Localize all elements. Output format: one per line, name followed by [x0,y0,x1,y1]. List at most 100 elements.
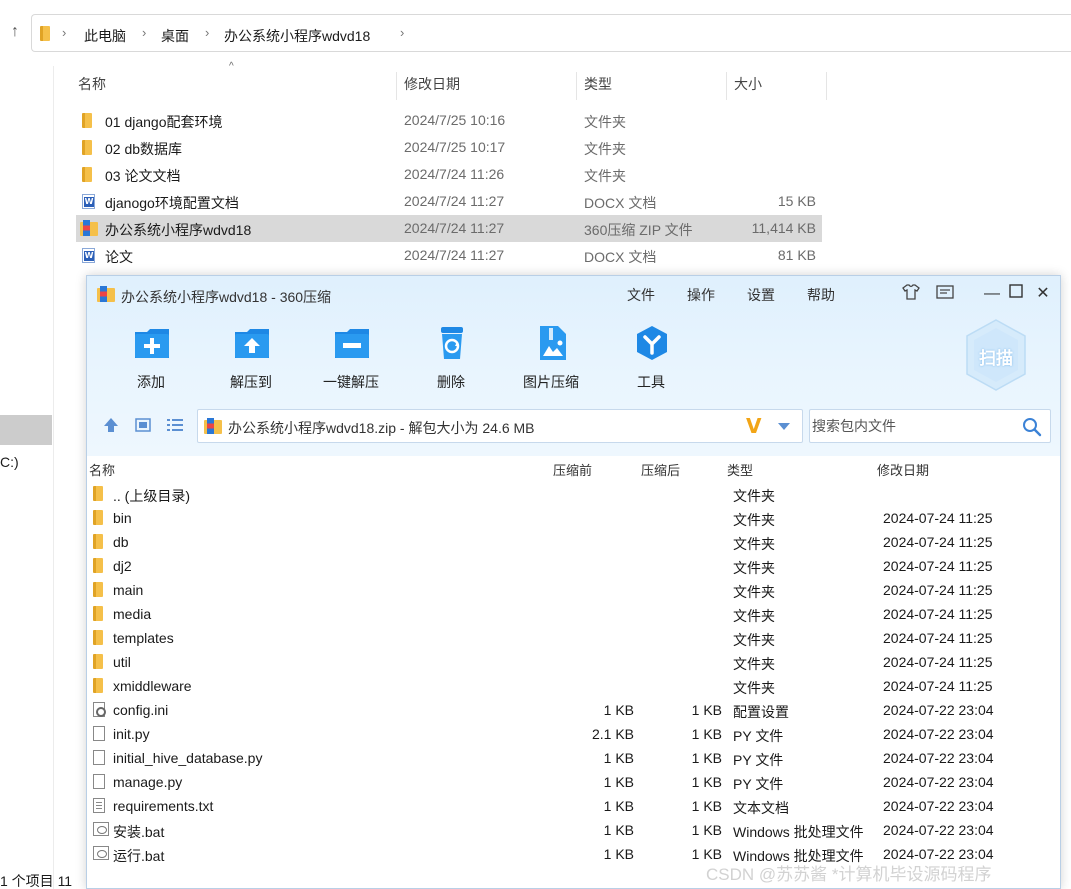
archive-path-text: 办公系统小程序wdvd18.zip - 解包大小为 24.6 MB [228,420,535,436]
column-modified-date[interactable]: 修改日期 [404,74,460,94]
chevron-right-icon[interactable]: › [400,25,404,40]
archive-entry-row[interactable]: manage.py 1 KB 1 KB PY 文件 2024-07-22 23:04 [87,770,1060,794]
extract-to-icon [233,324,271,362]
config-file-icon [93,702,106,720]
entry-type: 文件夹 [733,512,775,528]
sort-ascending-icon: ^ [229,61,234,72]
address-bar[interactable]: › 此电脑 › 桌面 › 办公系统小程序wdvd18 › [31,14,1071,52]
column-size[interactable]: 大小 [734,74,762,94]
file-row[interactable]: 论文 2024/7/24 11:27 DOCX 文档 81 KB [76,242,822,269]
entry-type: PY 文件 [733,752,784,768]
up-level-icon[interactable] [101,416,121,436]
extract-to-button[interactable]: 解压到 [211,324,291,394]
chevron-right-icon[interactable]: › [205,25,209,40]
batch-file-icon [93,846,109,863]
file-row[interactable]: 01 django配套环境 2024/7/25 10:16 文件夹 [76,107,822,134]
archive-entry-row[interactable]: dj2 文件夹 2024-07-24 11:25 [87,554,1060,578]
breadcrumb-this-pc[interactable]: 此电脑 [84,26,126,46]
folder-icon [93,630,103,648]
archive-entry-row[interactable]: requirements.txt 1 KB 1 KB 文本文档 2024-07-22 2… [87,794,1060,818]
archive-entry-row[interactable]: init.py 2.1 KB 1 KB PY 文件 2024-07-22 23:04 [87,722,1060,746]
entry-type: 文件夹 [733,608,775,624]
delete-button[interactable]: 删除 [411,324,491,394]
skin-shirt-icon[interactable] [899,282,923,306]
folder-icon [93,486,103,504]
text-file-icon [93,798,105,816]
close-icon[interactable]: ✕ [1031,282,1055,306]
column-size-after[interactable]: 压缩后 [641,460,680,479]
search-input[interactable] [812,412,1012,440]
minimize-icon[interactable]: — [980,282,1004,306]
entry-modified: 2024-07-22 23:04 [883,822,994,838]
list-view-icon[interactable] [165,416,185,436]
folder-icon [93,558,103,576]
explorer-column-header: 名称 修改日期 类型 大小 [76,72,836,100]
zip-window: 办公系统小程序wdvd18 - 360压缩 文件 操作 设置 帮助 — ✕ 添加 [86,275,1061,889]
column-name[interactable]: 名称 [89,460,115,479]
entry-size-before: 1 KB [603,702,634,718]
file-row[interactable]: 02 db数据库 2024/7/25 10:17 文件夹 [76,134,822,161]
file-row[interactable]: 03 论文文档 2024/7/24 11:26 文件夹 [76,161,822,188]
column-type[interactable]: 类型 [584,74,612,94]
chevron-down-icon[interactable] [778,423,790,430]
archive-entry-row[interactable]: config.ini 1 KB 1 KB 配置设置 2024-07-22 23:04 [87,698,1060,722]
scan-label: 扫描 [979,349,1013,368]
entry-type: 文本文档 [733,800,789,816]
archive-entry-row[interactable]: .. (上级目录) 文件夹 [87,482,1060,506]
column-name[interactable]: 名称 [78,74,106,94]
one-click-extract-icon [333,324,371,362]
archive-entry-row[interactable]: initial_hive_database.py 1 KB 1 KB PY 文件 202… [87,746,1060,770]
archive-path-field[interactable]: 办公系统小程序wdvd18.zip - 解包大小为 24.6 MB V [197,409,803,443]
word-doc-icon [82,248,95,266]
file-icon [93,774,105,792]
v-logo-icon[interactable]: V [746,414,761,438]
chevron-right-icon[interactable]: › [142,25,146,40]
column-size-before[interactable]: 压缩前 [553,460,592,479]
tools-button[interactable]: 工具 [611,324,691,394]
search-icon[interactable] [1022,417,1042,437]
zip-window-title: 办公系统小程序wdvd18 - 360压缩 [121,289,332,305]
folder-icon [93,582,103,600]
menu-settings[interactable]: 设置 [747,285,775,305]
batch-file-icon [93,822,109,839]
file-row-selected[interactable]: 办公系统小程序wdvd18 2024/7/24 11:27 360压缩 ZIP … [76,215,822,242]
entry-modified: 2024-07-22 23:04 [883,774,994,790]
maximize-icon[interactable] [1004,282,1028,306]
up-arrow-icon[interactable]: ↑ [6,20,24,44]
archive-entry-row[interactable]: util 文件夹 2024-07-24 11:25 [87,650,1060,674]
archive-entry-row[interactable]: templates 文件夹 2024-07-24 11:25 [87,626,1060,650]
breadcrumb-current-folder[interactable]: 办公系统小程序wdvd18 [224,26,370,46]
archive-entry-row[interactable]: db 文件夹 2024-07-24 11:25 [87,530,1060,554]
folder-icon [40,26,50,44]
archive-entry-row[interactable]: main 文件夹 2024-07-24 11:25 [87,578,1060,602]
column-modified[interactable]: 修改日期 [877,460,929,479]
menu-operation[interactable]: 操作 [687,285,715,305]
one-click-extract-button[interactable]: 一键解压 [311,324,391,394]
menu-file[interactable]: 文件 [627,285,655,305]
entry-size-before: 2.1 KB [591,726,634,742]
menu-help[interactable]: 帮助 [807,285,835,305]
tools-icon [633,324,671,362]
thumbnail-view-icon[interactable] [133,416,153,436]
entry-modified: 2024-07-22 23:04 [883,750,994,766]
image-compress-button[interactable]: 图片压缩 [511,324,591,394]
entry-name: 安装.bat [113,824,165,840]
feedback-icon[interactable] [933,282,957,306]
entry-type: Windows 批处理文件 [733,824,864,840]
archive-entry-row[interactable]: xmiddleware 文件夹 2024-07-24 11:25 [87,674,1060,698]
zip-path-bar: 办公系统小程序wdvd18.zip - 解包大小为 24.6 MB V [87,406,1060,446]
entry-type: 文件夹 [733,632,775,648]
chevron-right-icon[interactable]: › [62,25,66,40]
entry-modified: 2024-07-24 11:25 [883,678,993,694]
nav-item-drive-c[interactable]: C:) [0,454,19,470]
archive-entry-row[interactable]: bin 文件夹 2024-07-24 11:25 [87,506,1060,530]
nav-item-selected[interactable] [0,415,52,445]
archive-entry-row[interactable]: media 文件夹 2024-07-24 11:25 [87,602,1060,626]
archive-entry-row[interactable]: 安装.bat 1 KB 1 KB Windows 批处理文件 2024-07-22 23… [87,818,1060,842]
breadcrumb-desktop[interactable]: 桌面 [161,26,189,46]
entry-name: util [113,654,131,670]
scan-button[interactable]: 扫描 [963,318,1029,392]
file-row[interactable]: djanogo环境配置文档 2024/7/24 11:27 DOCX 文档 15… [76,188,822,215]
column-type[interactable]: 类型 [727,460,753,479]
add-button[interactable]: 添加 [111,324,191,394]
